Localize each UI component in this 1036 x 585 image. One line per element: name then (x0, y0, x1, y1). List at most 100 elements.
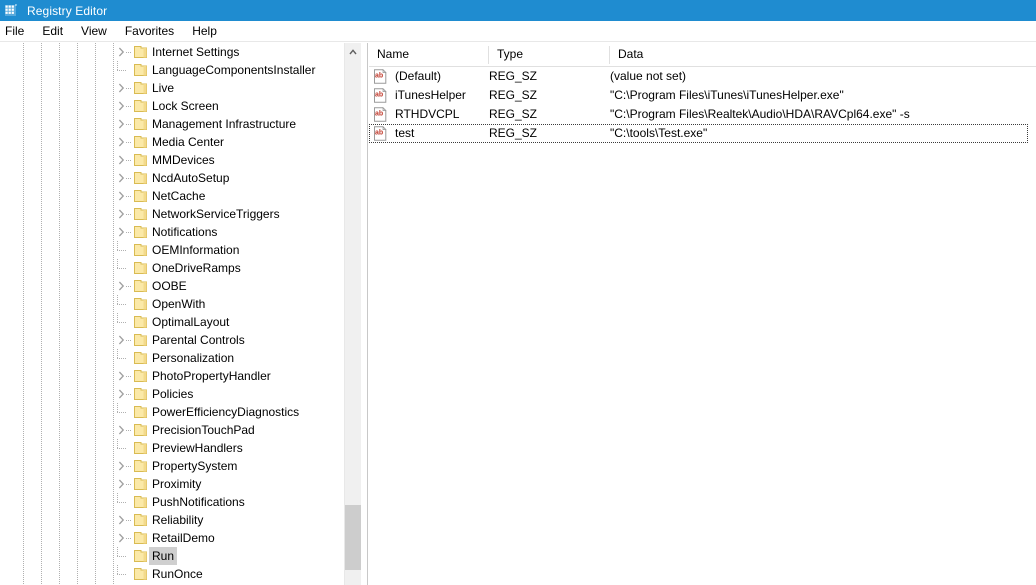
title-bar: Registry Editor (0, 0, 1036, 21)
tree-item-label: Policies (152, 387, 194, 401)
value-data: (value not set) (610, 69, 687, 83)
pane-splitter[interactable] (367, 43, 368, 585)
scrollbar-thumb[interactable] (345, 505, 361, 570)
tree-item-label: PrecisionTouchPad (152, 423, 255, 437)
tree-item-label: Lock Screen (152, 99, 219, 113)
registry-value-list[interactable]: Name Type Data ab (Default) REG_SZ (value n… (369, 43, 1036, 585)
tree-item-label: OOBE (152, 279, 187, 293)
scroll-up-button[interactable] (345, 43, 361, 60)
tree-item-oeminformation[interactable]: OEMInformation (0, 241, 344, 259)
tree-connector (126, 367, 132, 385)
tree-item-run[interactable]: Run (0, 547, 344, 565)
tree-item-lock-screen[interactable]: Lock Screen (0, 97, 344, 115)
chevron-right-icon (118, 119, 124, 129)
tree-item-previewhandlers[interactable]: PreviewHandlers (0, 439, 344, 457)
value-name: RTHDVCPL (395, 107, 460, 121)
chevron-right-icon (118, 479, 124, 489)
tree-connector (126, 385, 132, 403)
registry-editor-icon (5, 3, 19, 18)
menu-edit[interactable]: Edit (33, 22, 72, 41)
tree-item-precisiontouchpad[interactable]: PrecisionTouchPad (0, 421, 344, 439)
tree-connector (113, 565, 129, 583)
tree-item-runonce[interactable]: RunOnce (0, 565, 344, 583)
tree-item-parental-controls[interactable]: Parental Controls (0, 331, 344, 349)
folder-icon (133, 153, 149, 167)
tree-item-label: NetCache (152, 189, 206, 203)
tree-connector (126, 151, 132, 169)
svg-text:ab: ab (375, 111, 383, 118)
tree-item-propertysystem[interactable]: PropertySystem (0, 457, 344, 475)
tree-item-onedriveramps[interactable]: OneDriveRamps (0, 259, 344, 277)
tree-item-openwith[interactable]: OpenWith (0, 295, 344, 313)
menu-favorites[interactable]: Favorites (116, 22, 183, 41)
menu-view[interactable]: View (72, 22, 116, 41)
svg-text:ab: ab (375, 73, 383, 80)
column-header-type[interactable]: Type (489, 43, 609, 66)
tree-item-live[interactable]: Live (0, 79, 344, 97)
tree-item-reliability[interactable]: Reliability (0, 511, 344, 529)
chevron-right-icon (118, 155, 124, 165)
registry-key-tree[interactable]: Internet Settings LanguageComponentsInsta… (0, 43, 368, 585)
tree-scrollbar[interactable] (344, 43, 361, 585)
folder-icon (133, 459, 149, 473)
tree-item-oobe[interactable]: OOBE (0, 277, 344, 295)
column-header-data[interactable]: Data (610, 43, 1036, 66)
folder-icon (133, 279, 149, 293)
tree-item-label: Notifications (152, 225, 218, 239)
tree-item-personalization[interactable]: Personalization (0, 349, 344, 367)
chevron-right-icon (118, 83, 124, 93)
tree-item-languagecomponentsinstaller[interactable]: LanguageComponentsInstaller (0, 61, 344, 79)
tree-item-label: PowerEfficiencyDiagnostics (152, 405, 300, 419)
tree-connector (113, 439, 129, 457)
tree-connector (126, 133, 132, 151)
folder-icon (133, 477, 149, 491)
tree-item-policies[interactable]: Policies (0, 385, 344, 403)
menu-help[interactable]: Help (183, 22, 226, 41)
tree-item-media-center[interactable]: Media Center (0, 133, 344, 151)
tree-item-powerefficiencydiagnostics[interactable]: PowerEfficiencyDiagnostics (0, 403, 344, 421)
tree-item-networkservicetriggers[interactable]: NetworkServiceTriggers (0, 205, 344, 223)
table-row[interactable]: ab RTHDVCPL REG_SZ "C:\Program Files\Realte… (369, 105, 1036, 124)
tree-item-label: Media Center (152, 135, 225, 149)
folder-icon (133, 333, 149, 347)
string-value-icon: ab (373, 126, 388, 141)
tree-item-label: OEMInformation (152, 243, 240, 257)
tree-item-label: PushNotifications (152, 495, 245, 509)
folder-icon (133, 315, 149, 329)
chevron-right-icon (118, 533, 124, 543)
chevron-right-icon (118, 191, 124, 201)
tree-item-netcache[interactable]: NetCache (0, 187, 344, 205)
folder-icon (133, 45, 149, 59)
value-type: REG_SZ (489, 69, 538, 83)
folder-icon (133, 135, 149, 149)
menu-file[interactable]: File (0, 22, 33, 41)
tree-item-pushnotifications[interactable]: PushNotifications (0, 493, 344, 511)
tree-item-notifications[interactable]: Notifications (0, 223, 344, 241)
tree-item-optimallayout[interactable]: OptimalLayout (0, 313, 344, 331)
table-row[interactable]: ab iTunesHelper REG_SZ "C:\Program Files\iT… (369, 86, 1036, 105)
tree-item-photopropertyhandler[interactable]: PhotoPropertyHandler (0, 367, 344, 385)
value-data: "C:\tools\Test.exe" (610, 126, 708, 140)
tree-item-label: PreviewHandlers (152, 441, 243, 455)
chevron-right-icon (118, 371, 124, 381)
tree-item-ncdautosetup[interactable]: NcdAutoSetup (0, 169, 344, 187)
folder-icon (133, 441, 149, 455)
table-row[interactable]: ab test REG_SZ "C:\tools\Test.exe" (369, 124, 1028, 143)
tree-item-mmdevices[interactable]: MMDevices (0, 151, 344, 169)
column-header-name[interactable]: Name (369, 43, 488, 66)
tree-item-label: RunOnce (152, 567, 203, 581)
folder-icon (133, 63, 149, 77)
tree-item-label: Management Infrastructure (152, 117, 297, 131)
table-row[interactable]: ab (Default) REG_SZ (value not set) (369, 67, 1036, 86)
tree-connector (126, 223, 132, 241)
tree-item-internet-settings[interactable]: Internet Settings (0, 43, 344, 61)
value-name: (Default) (395, 69, 442, 83)
folder-icon (133, 567, 149, 581)
tree-connector (113, 61, 129, 79)
tree-item-management-infrastructure[interactable]: Management Infrastructure (0, 115, 344, 133)
list-column-headers: Name Type Data (369, 43, 1036, 67)
tree-connector (126, 115, 132, 133)
value-name: test (395, 126, 415, 140)
tree-item-retaildemo[interactable]: RetailDemo (0, 529, 344, 547)
tree-item-proximity[interactable]: Proximity (0, 475, 344, 493)
